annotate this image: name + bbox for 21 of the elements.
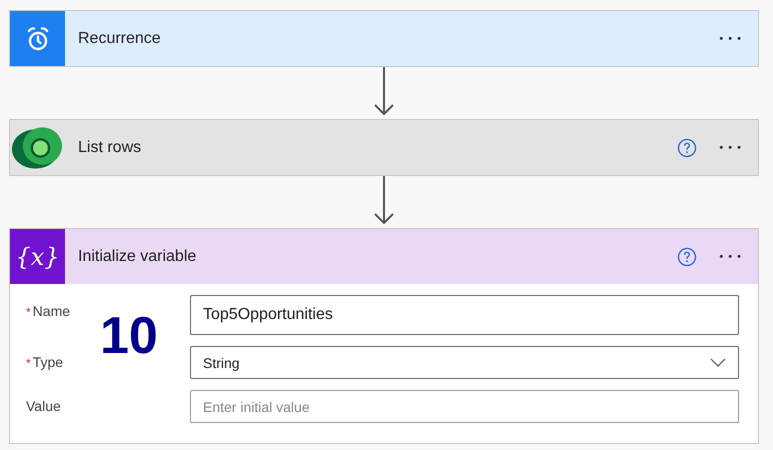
required-asterisk: * — [26, 305, 31, 319]
field-label: Name — [32, 303, 70, 319]
alarm-clock-icon — [24, 26, 50, 52]
help-icon[interactable] — [677, 138, 698, 158]
more-button[interactable]: • • • — [715, 246, 746, 266]
field-label: Value — [26, 398, 61, 414]
step-title: Recurrence — [78, 30, 162, 48]
dataverse-logo-icon — [10, 124, 65, 170]
type-dropdown[interactable]: String — [190, 346, 739, 379]
more-button[interactable]: • • • — [715, 138, 746, 158]
help-icon[interactable] — [677, 246, 698, 266]
step-title: Initialize variable — [78, 248, 198, 266]
step-title: List rows — [78, 138, 142, 156]
chevron-down-icon — [710, 358, 726, 367]
more-button[interactable]: • • • — [715, 28, 746, 48]
input-field[interactable]: Top5Opportunities — [190, 295, 739, 335]
field-label: Type — [32, 354, 64, 370]
required-asterisk: * — [26, 356, 31, 370]
input-field[interactable]: Enter initial value — [190, 390, 739, 423]
step-number: 10 — [100, 306, 158, 366]
variable-icon: {x} — [15, 242, 60, 270]
